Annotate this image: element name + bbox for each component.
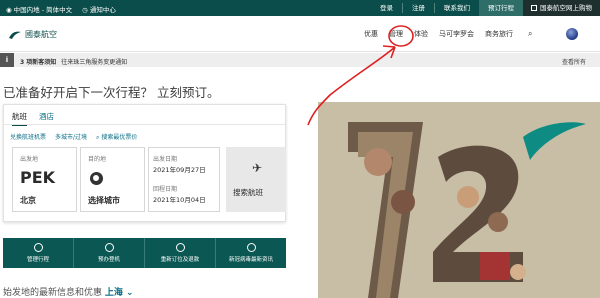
nav-deals[interactable]: 优惠 [364, 29, 378, 39]
anniversary-photo [318, 102, 600, 298]
origin-field[interactable]: 出发地 PEK 北京 [12, 147, 77, 212]
nav-business[interactable]: 商务旅行 [485, 29, 513, 39]
globe-icon [90, 172, 103, 185]
nav-manage[interactable]: 管理 [389, 29, 403, 39]
brushwing-icon [9, 31, 21, 39]
multi-city-link[interactable]: 多城市/过境 [55, 132, 87, 142]
covid-info-button[interactable]: 新冠病毒最新资讯 [216, 238, 286, 268]
photo-collage [318, 102, 600, 298]
view-all-link[interactable]: 查看所有 [562, 57, 586, 66]
main-nav: 國泰航空 优惠 管理 体验 马可孛罗会 商务旅行 ⌕ [0, 16, 600, 52]
logo[interactable]: 國泰航空 [8, 29, 57, 40]
login-link[interactable]: 登录 [371, 0, 402, 16]
notice-count: 3 项新客须知 [20, 58, 57, 66]
nav-marco-polo[interactable]: 马可孛罗会 [439, 29, 474, 39]
city-selector[interactable]: 上海 ⌄ [105, 288, 134, 298]
depart-date: 2021年09月27日 [153, 166, 206, 174]
hero-section: 已准备好开启下一次行程？ 立刻预订。 航班 酒店 兑换航班机票 多城市/过境 ⌕… [0, 67, 600, 298]
bag-icon [531, 5, 537, 11]
checkin-icon [104, 243, 114, 252]
best-fare-link[interactable]: ⌕ 搜索最优票价 [96, 132, 137, 142]
shop-link[interactable]: 国泰航空网上购物 [523, 0, 600, 16]
booking-widget: 航班 酒店 兑换航班机票 多城市/过境 ⌕ 搜索最优票价 出发地 PEK 北京 … [3, 104, 286, 222]
notice-bar: i 3 项新客须知 往来珠三角服务变更通知 查看所有 [0, 53, 600, 67]
return-date: 2021年10月04日 [153, 196, 206, 204]
rebook-refund-button[interactable]: 重新订位及退款 [145, 238, 216, 268]
check-in-button[interactable]: 预办登机 [74, 238, 145, 268]
suitcase-icon [33, 243, 43, 252]
manage-trip-button[interactable]: 管理行程 [3, 238, 74, 268]
origin-city: 北京 [20, 196, 36, 205]
language-globe-icon[interactable] [566, 28, 578, 40]
calendar-icon [175, 243, 185, 252]
notification-center[interactable]: ◷ 通知中心 [82, 4, 116, 14]
region-selector[interactable]: ◉ 中国内地 - 简体中文 [6, 4, 72, 14]
info-icon: i [0, 53, 14, 67]
notice-link[interactable]: 往来珠三角服务变更通知 [61, 59, 127, 66]
nav-experience[interactable]: 体验 [414, 29, 428, 39]
top-utility-bar: ◉ 中国内地 - 简体中文 ◷ 通知中心 登录 注册 联系我们 预订行程 国泰航空网… [0, 0, 600, 16]
book-trip-link[interactable]: 预订行程 [479, 0, 523, 16]
search-icon[interactable]: ⌕ [528, 29, 532, 39]
quick-actions-bar: 管理行程 预办登机 重新订位及退款 新冠病毒最新资讯 [3, 238, 286, 268]
date-field[interactable]: 出发日期 2021年09月27日 回程日期 2021年10月04日 [148, 147, 220, 212]
register-link[interactable]: 注册 [403, 0, 434, 16]
destination-field[interactable]: 目的地 选择城市 [80, 147, 145, 212]
hero-headline: 已准备好开启下一次行程？ 立刻预订。 [3, 85, 220, 100]
airplane-icon: ✈ [252, 161, 263, 175]
origin-code: PEK [20, 168, 56, 187]
redeem-flights-link[interactable]: 兑换航班机票 [10, 132, 46, 142]
local-offers-heading: 始发地的最新信息和优惠 上海 ⌄ [3, 288, 134, 298]
shield-icon [246, 243, 256, 252]
search-flights-button[interactable]: ✈ 搜索航班 [226, 147, 286, 212]
divider [4, 124, 285, 125]
contact-link[interactable]: 联系我们 [435, 0, 479, 16]
destination-city: 选择城市 [88, 196, 120, 205]
